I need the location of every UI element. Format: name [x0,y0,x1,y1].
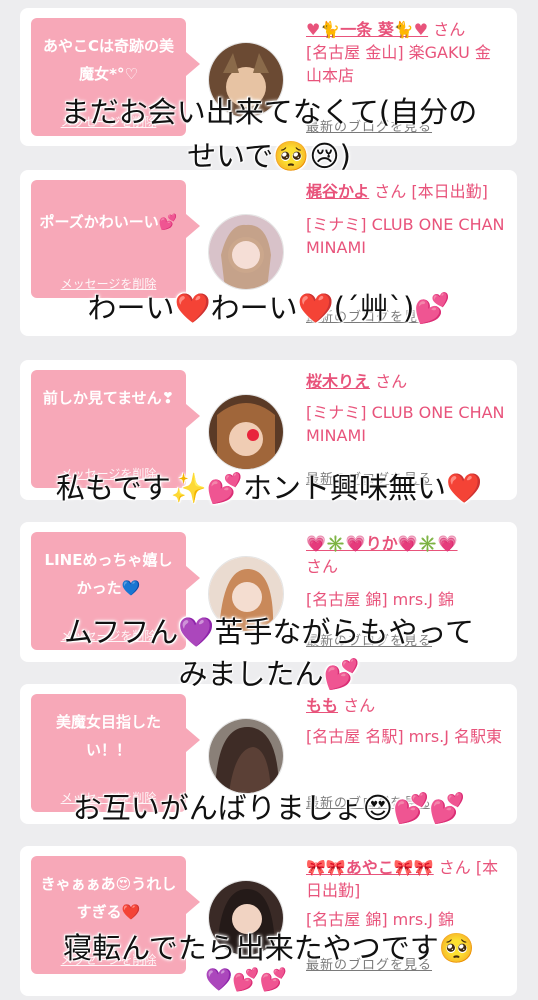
avatar[interactable] [208,214,284,290]
name-suffix: さん [343,696,376,715]
message-text: 美魔女目指したい！！ [55,713,161,759]
cast-name-link[interactable]: 🎀🎀あやこ🎀🎀 [306,858,434,877]
name-suffix: さん [433,20,466,39]
cast-name-link[interactable]: ♥🐈一条 葵🐈♥ [306,20,428,39]
avatar[interactable] [208,718,284,794]
shop-name: [名古屋 錦] mrs.J 錦 [306,590,455,609]
avatar[interactable] [208,394,284,470]
caption-line: 寝転んでたら出来たやつです🥺 [63,931,475,965]
cast-info: 🎀🎀あやこ🎀🎀 さん [本日出勤] [名古屋 錦] mrs.J 錦 [306,856,506,931]
shop-name: [名古屋 名駅] mrs.J 名駅東 [306,727,503,746]
name-suffix: さん [438,858,471,877]
caption-line: まだお会い出来てなくて(自分の [60,95,478,129]
name-suffix: さん [374,182,407,201]
cast-info: 梶谷かよ さん [本日出勤] [ミナミ] CLUB ONE CHAN MINAM… [306,180,506,259]
caption-line: ムフフん💜苦手ながらもやって [64,615,474,649]
caption-line: 私もです✨💕ホント興味無い❤️ [55,471,483,505]
message-text: ポーズかわいーい💕 [39,213,178,231]
shop-name: [ミナミ] CLUB ONE CHAN MINAMI [306,403,505,445]
caption-line: わーい❤️わーい❤️(´艸`)💕 [87,291,451,325]
cast-name-link[interactable]: もも [306,696,338,715]
cast-info: ♥🐈一条 葵🐈♥ さん [名古屋 金山] 楽GAKU 金山本店 [306,18,506,87]
cast-info: もも さん [名古屋 名駅] mrs.J 名駅東 [306,694,506,748]
cast-info: 💗✳️💗りか💗✳️💗 さん [名古屋 錦] mrs.J 錦 [306,532,506,611]
shop-name: [名古屋 金山] 楽GAKU 金山本店 [306,43,491,85]
message-bubble: ポーズかわいーい💕 メッセージを削除 [31,180,200,298]
cast-info: 桜木りえ さん [ミナミ] CLUB ONE CHAN MINAMI [306,370,506,447]
caption-line: せいで🥺😢) [187,139,351,173]
message-text: 前しか見てません❣ [42,389,175,407]
message-text: あやこCは奇跡の美魔女*°♡ [42,37,174,83]
caption-line: お互いがんばりましょ😍💕💕 [72,791,466,825]
caption-line: みましたん💕 [178,657,360,691]
cast-name-link[interactable]: 梶谷かよ [306,182,369,201]
bottom-emoji-row: 💜💕💕 [205,968,288,993]
message-text: きゃぁぁあ😍うれしすぎる❤️ [40,875,177,921]
shop-name: [ミナミ] CLUB ONE CHAN MINAMI [306,215,505,257]
cast-name-link[interactable]: 桜木りえ [306,372,370,391]
working-today-badge: [本日出勤] [411,182,488,201]
message-text: LINEめっちゃ嬉しかった💙 [44,551,173,597]
cast-name-link[interactable]: 💗✳️💗りか💗✳️💗 [306,534,458,553]
name-suffix: さん [375,372,408,391]
shop-name: [名古屋 錦] mrs.J 錦 [306,910,455,929]
name-suffix: さん [306,557,339,576]
